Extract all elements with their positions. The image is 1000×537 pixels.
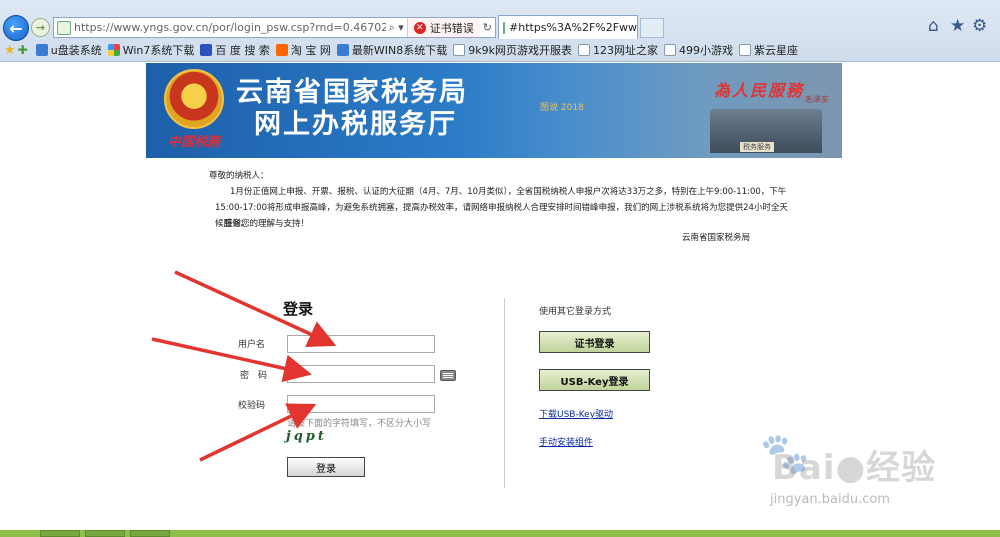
taskbar-item[interactable] [85,530,125,537]
taskbar-item[interactable] [130,530,170,537]
watermark-url: jingyan.baidu.com [770,492,890,507]
baidu-watermark: 🐾 Bai●经验 jingyan.baidu.com [760,430,990,515]
arrow-to-captcha [199,403,317,462]
watermark-brand: Bai●经验 [772,448,937,488]
arrow-to-username [174,270,337,347]
arrow-to-password [151,337,312,383]
taskbar-item[interactable] [40,530,80,537]
